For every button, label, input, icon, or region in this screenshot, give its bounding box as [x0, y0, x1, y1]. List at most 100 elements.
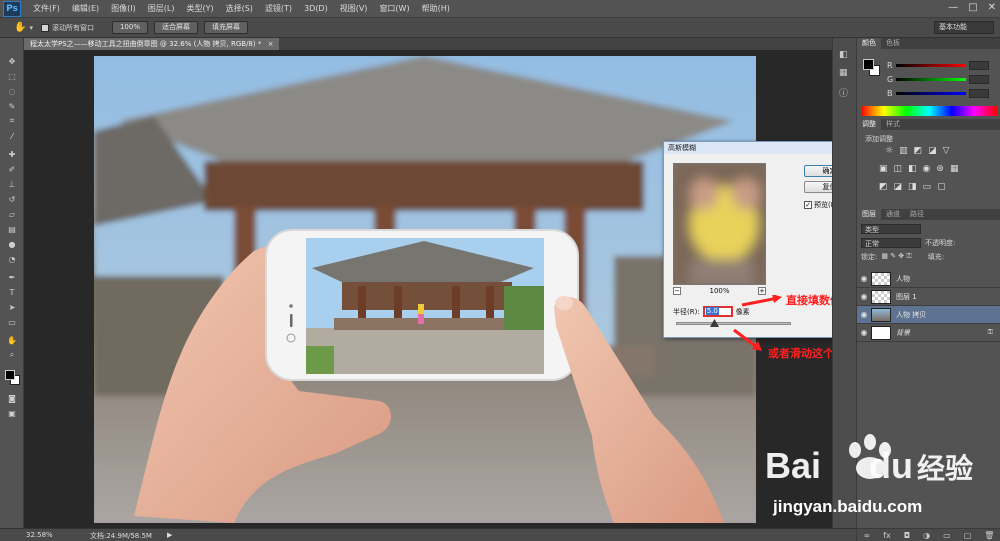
tool-preset-dropdown[interactable]: ▾ — [29, 24, 33, 32]
menu-layer[interactable]: 图层(L) — [142, 3, 181, 14]
color-fg-swatch[interactable] — [863, 59, 874, 70]
menu-type[interactable]: 类型(Y) — [180, 3, 219, 14]
menu-image[interactable]: 图像(I) — [105, 3, 142, 14]
channel-b-value[interactable] — [968, 89, 989, 98]
channel-b-slider[interactable] — [895, 92, 966, 95]
curves-icon[interactable]: ◩ — [914, 146, 923, 156]
screen-mode-icon[interactable]: ▣ — [5, 408, 19, 418]
lock-icons[interactable]: ▦ ✎ ✥ ⚿ — [881, 252, 911, 261]
workspace-dropdown[interactable]: 基本功能 — [934, 21, 994, 34]
minimize-button[interactable]: — — [948, 2, 958, 13]
brush-tool-icon[interactable]: ✐ — [5, 164, 19, 174]
layer-row-layer1[interactable]: ◉ 图层 1 — [857, 288, 1000, 306]
new-group-icon[interactable]: ▭ — [943, 531, 951, 540]
threshold-icon[interactable]: ◨ — [908, 182, 917, 192]
eraser-tool-icon[interactable]: ▱ — [5, 209, 19, 219]
menu-help[interactable]: 帮助(H) — [416, 3, 456, 14]
tab-styles[interactable]: 样式 — [881, 119, 905, 130]
visibility-eye-icon[interactable]: ◉ — [857, 274, 871, 283]
crop-tool-icon[interactable]: ⌗ — [5, 116, 19, 126]
levels-icon[interactable]: ▥ — [899, 146, 908, 156]
history-brush-tool-icon[interactable]: ↺ — [5, 194, 19, 204]
menu-select[interactable]: 选择(S) — [220, 3, 259, 14]
menu-filter[interactable]: 滤镜(T) — [259, 3, 298, 14]
channel-g-value[interactable] — [969, 75, 990, 84]
history-panel-icon[interactable]: ◧ — [839, 50, 848, 60]
brightness-icon[interactable]: ☼ — [885, 146, 893, 156]
hand-tool-active-icon[interactable]: ✋ — [5, 335, 19, 345]
visibility-eye-icon[interactable]: ◉ — [857, 292, 871, 301]
eyedropper-tool-icon[interactable]: ⁄ — [5, 131, 19, 141]
quick-mask-icon[interactable]: ◙ — [5, 393, 19, 403]
blur-tool-icon[interactable]: ● — [5, 239, 19, 249]
tab-color[interactable]: 颜色 — [857, 38, 881, 49]
fill-screen-button[interactable]: 填充屏幕 — [203, 21, 248, 34]
channel-r-value[interactable] — [968, 61, 989, 70]
menu-3d[interactable]: 3D(D) — [298, 4, 334, 13]
menu-edit[interactable]: 编辑(E) — [66, 3, 105, 14]
exposure-icon[interactable]: ◪ — [928, 146, 937, 156]
radius-slider-thumb[interactable] — [710, 319, 719, 328]
dialog-preview-image[interactable] — [673, 163, 766, 285]
add-mask-icon[interactable]: ◘ — [904, 531, 910, 540]
selective-color-icon[interactable]: ▢ — [937, 182, 946, 192]
close-window-button[interactable]: ✕ — [988, 2, 996, 13]
hand-tool-icon[interactable]: ✋ — [14, 22, 26, 33]
layer-row-person[interactable]: ◉ 人物 — [857, 270, 1000, 288]
blend-mode-dropdown[interactable]: 正常 — [861, 237, 921, 248]
document-tab[interactable]: 程太太学PS之——移动工具之扭曲倒章图 @ 32.6% (人物 拷贝, RGB/… — [24, 38, 280, 50]
visibility-eye-icon[interactable]: ◉ — [857, 328, 871, 337]
tab-layers[interactable]: 图层 — [857, 209, 881, 220]
new-layer-icon[interactable]: ▢ — [964, 531, 972, 540]
tab-channels[interactable]: 通道 — [881, 209, 905, 220]
radius-input[interactable]: 5.0 — [702, 306, 733, 317]
black-white-icon[interactable]: ◧ — [908, 164, 917, 174]
tab-paths[interactable]: 路径 — [905, 209, 929, 220]
scroll-all-windows-option[interactable]: 滚动所有窗口 — [40, 23, 94, 33]
lasso-tool-icon[interactable]: ◌ — [5, 86, 19, 96]
channel-g-slider[interactable] — [896, 78, 967, 81]
visibility-eye-icon[interactable]: ◉ — [857, 310, 871, 319]
layer-style-icon[interactable]: fx — [883, 531, 891, 540]
foreground-color-swatch[interactable] — [5, 370, 15, 380]
color-swatches[interactable] — [5, 370, 21, 386]
zoom-out-button[interactable]: − — [673, 287, 681, 295]
zoom-100-button[interactable]: 100% — [111, 21, 148, 34]
path-select-tool-icon[interactable]: ➤ — [5, 302, 19, 312]
move-tool-icon[interactable]: ✥ — [5, 56, 19, 66]
menu-view[interactable]: 视图(V) — [334, 3, 374, 14]
zoom-tool-icon[interactable]: ⌕ — [5, 350, 19, 360]
channel-mixer-icon[interactable]: ⊛ — [936, 164, 944, 174]
pen-tool-icon[interactable]: ✒ — [5, 272, 19, 282]
color-spectrum[interactable] — [861, 106, 997, 116]
info-panel-icon[interactable]: ⓘ — [839, 86, 848, 99]
close-tab-icon[interactable]: × — [268, 40, 274, 48]
layer-row-background[interactable]: ◉ 背景 ⚿ — [857, 324, 1000, 342]
shape-tool-icon[interactable]: ▭ — [5, 317, 19, 327]
photo-filter-icon[interactable]: ◉ — [923, 164, 931, 174]
link-layers-icon[interactable]: ∞ — [864, 531, 871, 540]
invert-icon[interactable]: ◩ — [879, 182, 888, 192]
dodge-tool-icon[interactable]: ◔ — [5, 254, 19, 264]
type-tool-icon[interactable]: T — [5, 287, 19, 297]
preview-checkbox[interactable]: ✓ — [804, 201, 812, 209]
layer-row-person-copy[interactable]: ◉ 人物 拷贝 — [857, 306, 1000, 324]
hue-saturation-icon[interactable]: ▣ — [879, 164, 888, 174]
posterize-icon[interactable]: ◪ — [894, 182, 903, 192]
zoom-in-button[interactable]: + — [757, 287, 766, 295]
scroll-all-checkbox[interactable] — [40, 23, 49, 32]
marquee-tool-icon[interactable]: ⬚ — [5, 71, 19, 81]
new-adjustment-icon[interactable]: ◑ — [923, 531, 930, 540]
delete-layer-icon[interactable]: 🗑 — [984, 531, 994, 540]
gradient-tool-icon[interactable]: ▤ — [5, 224, 19, 234]
tab-adjustments[interactable]: 调整 — [857, 119, 881, 130]
channel-r-slider[interactable] — [895, 64, 966, 67]
gradient-map-icon[interactable]: ▭ — [923, 182, 932, 192]
tab-swatches[interactable]: 色板 — [881, 38, 905, 49]
maximize-button[interactable]: □ — [968, 2, 977, 13]
menu-file[interactable]: 文件(F) — [27, 3, 66, 14]
fit-screen-button[interactable]: 适合屏幕 — [153, 21, 198, 34]
healing-brush-tool-icon[interactable]: ✚ — [5, 149, 19, 159]
properties-panel-icon[interactable]: ▦ — [839, 68, 848, 78]
clone-stamp-tool-icon[interactable]: ⊥ — [5, 179, 19, 189]
